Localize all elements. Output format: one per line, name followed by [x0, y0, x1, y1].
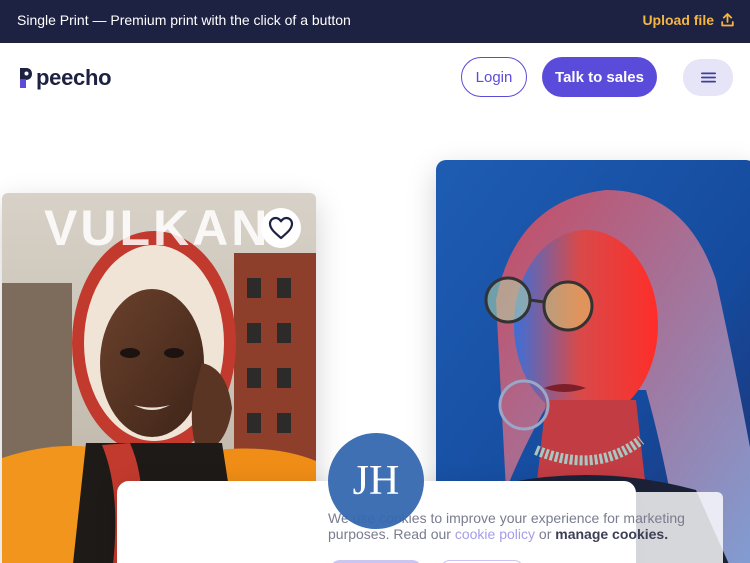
peecho-logo-icon — [20, 68, 32, 88]
manage-cookies-link[interactable]: manage cookies. — [555, 526, 668, 542]
login-button[interactable]: Login — [461, 57, 527, 97]
main-navigation: peecho Login Talk to sales — [0, 43, 750, 111]
peecho-logo[interactable]: peecho — [17, 65, 112, 91]
promo-bar: Single Print — Premium print with the cl… — [0, 0, 750, 43]
user-avatar: JH — [328, 433, 424, 529]
logo-wordmark: peecho — [36, 65, 112, 90]
cookie-policy-link[interactable]: cookie policy — [455, 526, 535, 542]
upload-arrow-icon — [721, 13, 734, 27]
heart-icon — [268, 216, 294, 240]
magazine-masthead: VULKAN — [44, 200, 270, 256]
hamburger-menu-icon — [700, 72, 716, 83]
upload-file-label: Upload file — [642, 12, 714, 28]
upload-file-link[interactable]: Upload file — [642, 12, 734, 28]
menu-button[interactable] — [683, 59, 733, 96]
talk-to-sales-button[interactable]: Talk to sales — [542, 57, 657, 97]
favorite-button[interactable] — [261, 208, 301, 248]
cookie-text-middle: or — [535, 526, 556, 542]
promo-text: Single Print — Premium print with the cl… — [17, 12, 351, 28]
